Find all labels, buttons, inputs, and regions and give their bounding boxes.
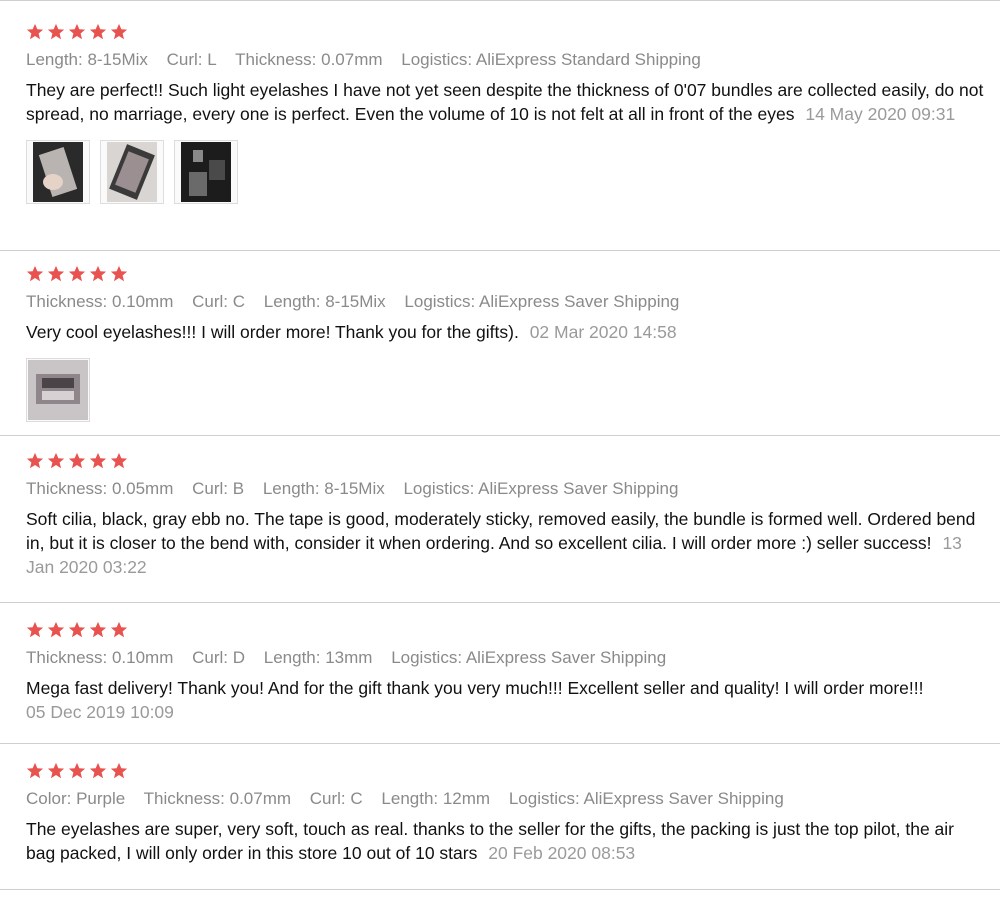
star-icon [68,265,86,282]
attr-logistics: Logistics: AliExpress Standard Shipping [401,50,701,69]
star-icon [68,621,86,638]
review-text: They are perfect!! Such light eyelashes … [26,78,1000,126]
star-icon [110,265,128,282]
star-icon [26,762,44,779]
review-date: 02 Mar 2020 14:58 [529,322,677,342]
attr-curl: Curl: L [166,50,217,69]
star-icon [68,762,86,779]
attr-thickness: Thickness: 0.10mm [26,292,174,311]
attr-length: Length: 8-15Mix [262,479,385,498]
star-icon [68,23,86,40]
star-icon [89,621,107,638]
review-photos [26,140,1000,204]
review-photo[interactable] [100,140,164,204]
star-icon [26,621,44,638]
star-rating [26,265,1000,283]
attr-length: Length: 8-15Mix [263,292,386,311]
star-rating [26,452,1000,470]
attr-curl: Curl: B [192,479,245,498]
star-icon [110,23,128,40]
star-icon [47,621,65,638]
star-icon [89,762,107,779]
star-icon [47,452,65,469]
review-date: 14 May 2020 09:31 [805,104,956,124]
star-icon [110,762,128,779]
review-text: Soft cilia, black, gray ebb no. The tape… [26,507,1000,579]
attr-logistics: Logistics: AliExpress Saver Shipping [403,479,679,498]
review-body: Mega fast delivery! Thank you! And for t… [26,678,924,698]
star-icon [47,23,65,40]
attr-logistics: Logistics: AliExpress Saver Shipping [508,789,784,808]
review-attributes: Thickness: 0.05mm Curl: B Length: 8-15Mi… [26,479,1000,499]
review-photo[interactable] [174,140,238,204]
star-rating [26,621,1000,639]
attr-curl: Curl: D [192,648,246,667]
attr-length: Length: 13mm [263,648,373,667]
star-rating [26,762,1000,780]
review-list: Length: 8-15Mix Curl: L Thickness: 0.07m… [0,0,1000,890]
review-item: Color: Purple Thickness: 0.07mm Curl: C … [0,744,1000,890]
review-item: Thickness: 0.05mm Curl: B Length: 8-15Mi… [0,436,1000,603]
attr-color: Color: Purple [26,789,126,808]
star-icon [110,621,128,638]
star-rating [26,23,1000,41]
review-text: Mega fast delivery! Thank you! And for t… [26,676,1000,724]
review-photo[interactable] [26,140,90,204]
review-item: Length: 8-15Mix Curl: L Thickness: 0.07m… [0,0,1000,251]
star-icon [26,23,44,40]
star-icon [89,265,107,282]
star-icon [68,452,86,469]
review-attributes: Thickness: 0.10mm Curl: D Length: 13mm L… [26,648,1000,668]
attr-logistics: Logistics: AliExpress Saver Shipping [404,292,680,311]
star-icon [110,452,128,469]
star-icon [47,265,65,282]
attr-thickness: Thickness: 0.07mm [235,50,383,69]
review-item: Thickness: 0.10mm Curl: C Length: 8-15Mi… [0,251,1000,436]
review-date: 05 Dec 2019 10:09 [26,702,174,722]
review-attributes: Length: 8-15Mix Curl: L Thickness: 0.07m… [26,50,1000,70]
review-text: The eyelashes are super, very soft, touc… [26,817,1000,865]
attr-logistics: Logistics: AliExpress Saver Shipping [391,648,667,667]
attr-length: Length: 8-15Mix [26,50,148,69]
attr-thickness: Thickness: 0.10mm [26,648,174,667]
attr-curl: Curl: C [192,292,246,311]
star-icon [89,23,107,40]
review-body: Soft cilia, black, gray ebb no. The tape… [26,509,976,553]
attr-thickness: Thickness: 0.05mm [26,479,174,498]
attr-curl: Curl: C [309,789,363,808]
review-photo[interactable] [26,358,90,422]
star-icon [47,762,65,779]
star-icon [26,265,44,282]
review-attributes: Thickness: 0.10mm Curl: C Length: 8-15Mi… [26,292,1000,312]
review-photos [26,358,1000,422]
star-icon [26,452,44,469]
review-attributes: Color: Purple Thickness: 0.07mm Curl: C … [26,789,1000,809]
attr-thickness: Thickness: 0.07mm [143,789,292,808]
review-body: Very cool eyelashes!!! I will order more… [26,322,519,342]
review-text: Very cool eyelashes!!! I will order more… [26,320,1000,344]
star-icon [89,452,107,469]
review-date: 20 Feb 2020 08:53 [488,843,636,863]
attr-length: Length: 12mm [381,789,491,808]
review-item: Thickness: 0.10mm Curl: D Length: 13mm L… [0,603,1000,744]
